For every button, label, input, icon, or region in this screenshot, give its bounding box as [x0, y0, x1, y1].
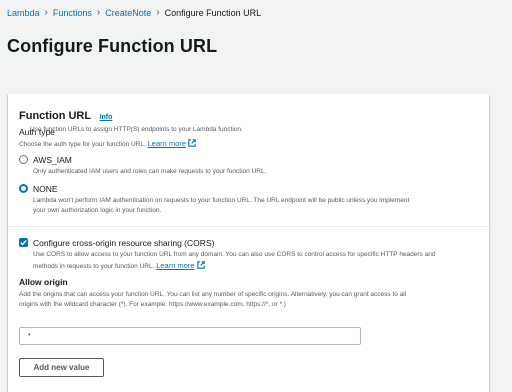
auth-none-radio[interactable] [19, 184, 28, 193]
auth-type-description-text: Choose the auth type for your function U… [19, 141, 146, 148]
info-link[interactable]: Info [100, 114, 113, 121]
chevron-right-icon: › [96, 7, 101, 18]
panel-description: Use function URLs to assign HTTP(S) endp… [30, 126, 243, 133]
cors-label[interactable]: Configure cross-origin resource sharing … [33, 238, 214, 248]
auth-learn-more-text: Learn more [147, 139, 186, 148]
auth-aws-iam-label[interactable]: AWS_IAM [33, 155, 72, 165]
breadcrumb-current: Configure Function URL [164, 7, 262, 18]
add-new-value-button[interactable]: Add new value [19, 358, 104, 377]
page-title: Configure Function URL [7, 36, 218, 56]
breadcrumb: Lambda › Functions › CreateNote › Config… [7, 7, 261, 18]
external-link-icon [196, 261, 205, 269]
cors-learn-more-text: Learn more [156, 261, 195, 270]
cors-checkbox[interactable] [19, 238, 28, 247]
breadcrumb-createnote[interactable]: CreateNote [105, 8, 151, 18]
cors-description-line2: methods in requests to your function URL… [33, 261, 205, 272]
auth-none-description-line2: your own authorization logic in your fun… [33, 207, 162, 214]
cors-description-line2-text: methods in requests to your function URL… [33, 263, 155, 270]
allow-origin-description-line1: Add the origins that can access your fun… [19, 291, 407, 298]
function-url-panel: Function URL Info Use function URLs to a… [8, 94, 489, 392]
chevron-right-icon: › [44, 7, 48, 18]
checkmark-icon [20, 240, 27, 246]
section-divider [8, 226, 489, 227]
cors-learn-more-link[interactable]: Learn more [156, 261, 205, 270]
auth-type-label: Auth type [19, 127, 55, 137]
panel-title: Function URL [19, 110, 92, 122]
allow-origin-label: Allow origin [19, 277, 68, 287]
auth-aws-iam-description: Only authenticated IAM users and roles c… [33, 168, 267, 175]
auth-type-description: Choose the auth type for your function U… [19, 139, 196, 150]
external-link-icon [188, 139, 196, 147]
breadcrumb-lambda[interactable]: Lambda [7, 8, 40, 18]
auth-none-label[interactable]: NONE [33, 184, 58, 194]
allow-origin-input[interactable] [19, 327, 361, 345]
allow-origin-description-line2: origins with the wildcard character (*).… [19, 301, 286, 308]
cors-description-line1: Use CORS to allow access to your functio… [33, 251, 436, 258]
breadcrumb-functions[interactable]: Functions [53, 8, 92, 18]
chevron-right-icon: › [156, 7, 160, 18]
auth-learn-more-link[interactable]: Learn more [148, 139, 196, 148]
panel-header: Function URL Info Use function URLs to a… [8, 94, 489, 133]
auth-none-description-line1: Lambda won't perform IAM authentication … [33, 197, 410, 204]
auth-aws-iam-radio[interactable] [19, 155, 28, 164]
